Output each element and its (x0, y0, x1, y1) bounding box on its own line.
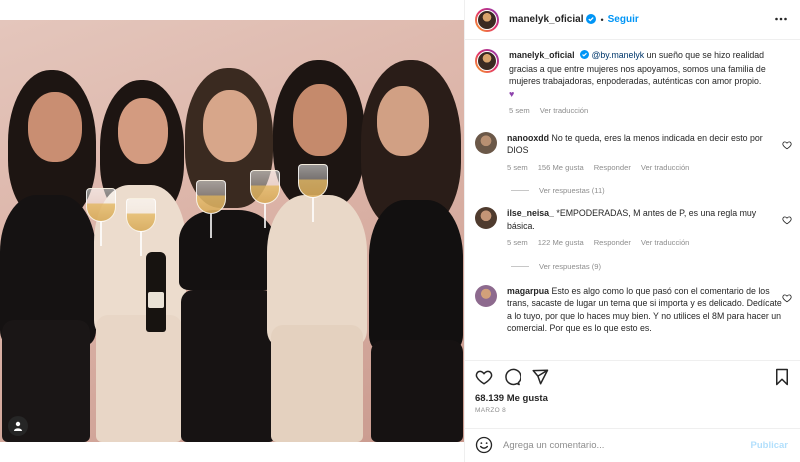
publish-button[interactable]: Publicar (751, 440, 789, 451)
purple-heart-emoji: ♥ (509, 88, 515, 99)
caption-translate-link[interactable]: Ver traducción (540, 105, 589, 118)
author-avatar[interactable] (475, 7, 499, 32)
wine-glass (298, 164, 328, 198)
reply-button[interactable]: Responder (594, 162, 631, 175)
view-replies-button[interactable]: Ver respuestas (9) (511, 262, 800, 271)
more-options-icon[interactable] (774, 12, 788, 28)
share-icon[interactable] (531, 368, 549, 388)
photo-canvas (0, 20, 464, 442)
comment-username[interactable]: magarpua (507, 286, 549, 296)
caption-mention-link[interactable]: @by.manelyk (591, 50, 644, 60)
heart-icon[interactable] (782, 293, 792, 305)
commenter-avatar[interactable] (475, 131, 497, 154)
wine-glass (86, 188, 116, 222)
comment-likes[interactable]: 156 Me gusta (538, 162, 584, 175)
reply-button[interactable]: Responder (594, 237, 631, 250)
commenter-avatar[interactable] (475, 207, 497, 229)
translate-link[interactable]: Ver traducción (641, 237, 690, 250)
translate-link[interactable]: Ver traducción (641, 162, 690, 175)
follow-button[interactable]: Seguir (608, 14, 639, 25)
post-actions: 68.139 Me gusta MARZO 8 (465, 360, 800, 420)
champagne-bottle (146, 252, 166, 332)
comment-likes[interactable]: 122 Me gusta (538, 237, 584, 250)
heart-icon[interactable] (782, 140, 792, 152)
comment-item: ilse_neisa_ *EMPODERADAS, M antes de P, … (465, 207, 800, 250)
verified-badge-icon (579, 50, 589, 63)
wine-glass (250, 170, 280, 204)
comment-icon[interactable] (503, 368, 522, 388)
verified-badge-icon (586, 13, 597, 26)
post-photo[interactable] (0, 0, 464, 462)
woman-5 (355, 20, 464, 442)
view-replies-button[interactable]: Ver respuestas (11) (511, 186, 800, 195)
emoji-icon[interactable] (475, 436, 493, 456)
caption-time: 5 sem (509, 106, 530, 115)
view-replies-label: Ver respuestas (11) (539, 186, 605, 195)
caption-username[interactable]: manelyk_oficial (509, 50, 575, 60)
comment-item: magarpua Esto es algo como lo que pasó c… (465, 284, 800, 335)
like-count[interactable]: 68.139 Me gusta (475, 393, 790, 404)
comment-username[interactable]: ilse_neisa_ (507, 208, 554, 218)
post-caption: manelyk_oficial @by.manelyk un sueño que… (465, 41, 800, 118)
post-side-panel: manelyk_oficial • Seguir manelyk_oficial… (464, 0, 800, 462)
bookmark-icon[interactable] (774, 368, 790, 388)
comment-time: 5 sem (507, 238, 528, 247)
post-header: manelyk_oficial • Seguir (465, 0, 800, 40)
view-replies-label: Ver respuestas (9) (539, 261, 602, 271)
comment-item: nanooxdd No te queda, eres la menos indi… (465, 131, 800, 175)
commenter-avatar[interactable] (475, 284, 497, 307)
comment-text: Esto es algo como lo que pasó con el com… (507, 285, 782, 334)
heart-icon[interactable] (475, 368, 493, 388)
comment-input[interactable] (503, 440, 751, 451)
comment-time: 5 sem (507, 162, 528, 172)
heart-icon[interactable] (782, 215, 792, 227)
separator-dot: • (600, 14, 604, 25)
caption-avatar[interactable] (475, 49, 499, 73)
post-date: MARZO 8 (475, 407, 506, 414)
user-tag-icon[interactable] (8, 416, 28, 436)
wine-glass (126, 198, 156, 232)
comments-list[interactable]: manelyk_oficial @by.manelyk un sueño que… (465, 41, 800, 359)
comment-username[interactable]: nanooxdd (507, 133, 549, 143)
instagram-post-view: manelyk_oficial • Seguir manelyk_oficial… (0, 0, 800, 462)
comment-composer: Publicar (465, 428, 800, 462)
wine-glass (196, 180, 226, 214)
author-username[interactable]: manelyk_oficial (509, 14, 583, 25)
